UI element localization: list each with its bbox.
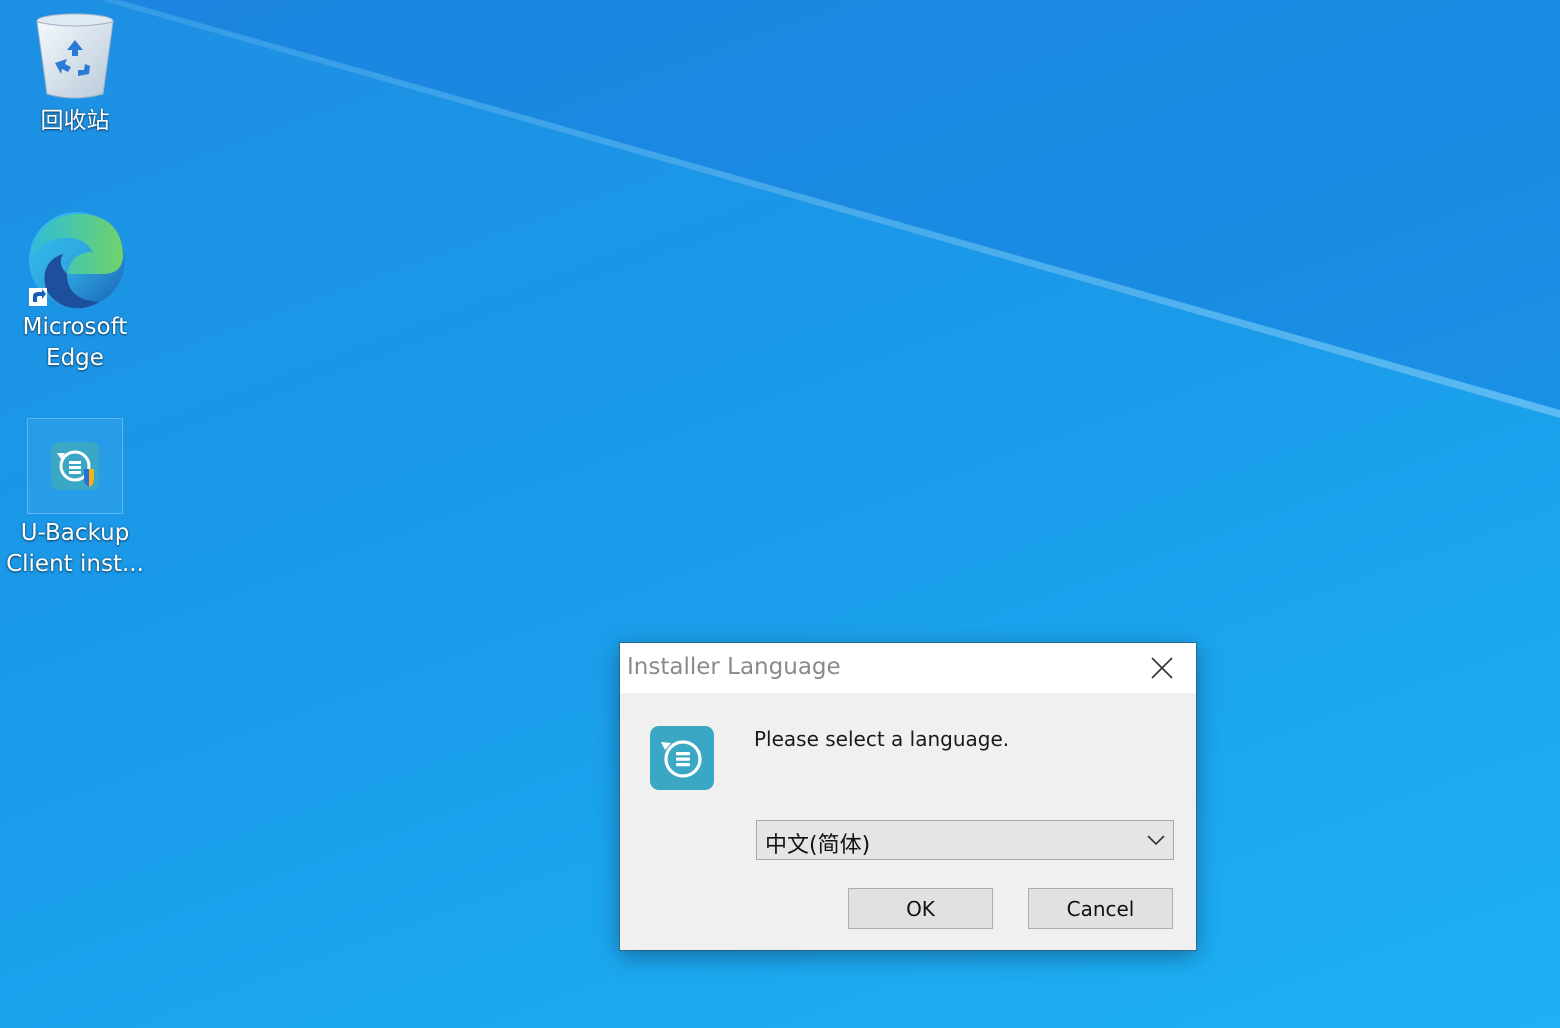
close-icon <box>1151 657 1173 679</box>
edge-icon <box>23 208 127 312</box>
language-select[interactable]: 中文(简体) <box>756 820 1174 860</box>
desktop-icon-recycle-bin[interactable]: 回收站 <box>5 8 145 137</box>
ok-button[interactable]: OK <box>848 888 993 929</box>
desktop-icon-label: Microsoft Edge <box>22 314 128 371</box>
dialog-title: Installer Language <box>627 654 841 680</box>
installer-language-dialog: Installer Language Please select a langu… <box>620 643 1196 950</box>
desktop-icon-label: 回收站 <box>40 108 110 134</box>
dialog-titlebar[interactable]: Installer Language <box>620 643 1196 693</box>
dialog-prompt: Please select a language. <box>754 727 1010 751</box>
ubackup-installer-icon <box>27 418 123 514</box>
cancel-button[interactable]: Cancel <box>1028 888 1173 929</box>
ubackup-app-icon <box>650 726 714 790</box>
desktop-icon-ubackup-installer[interactable]: U-Backup Client inst... <box>5 418 145 580</box>
recycle-bin-icon <box>23 8 127 106</box>
chevron-down-icon <box>1147 835 1165 846</box>
desktop[interactable]: 回收站 Microsoft Edge U-Backup Client inst.… <box>0 0 1560 1028</box>
language-select-value: 中文(简体) <box>765 833 871 858</box>
close-button[interactable] <box>1128 643 1196 693</box>
desktop-icon-microsoft-edge[interactable]: Microsoft Edge <box>5 208 145 374</box>
desktop-icon-label: U-Backup Client inst... <box>6 520 144 577</box>
